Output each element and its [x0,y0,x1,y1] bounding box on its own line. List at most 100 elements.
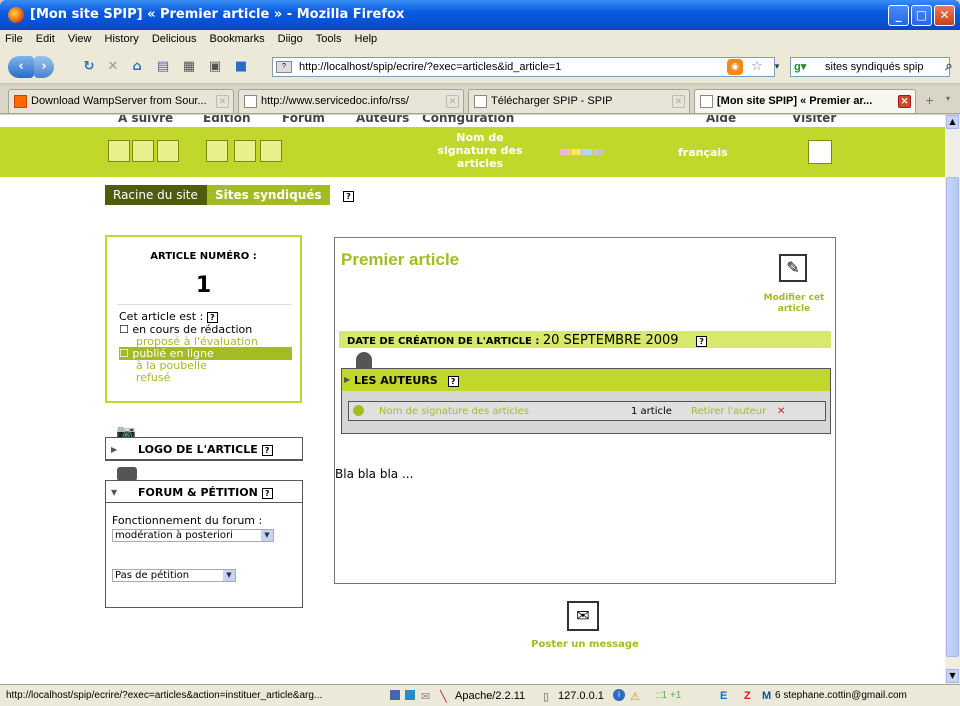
color-swatch[interactable] [571,149,581,155]
menu-edition[interactable]: Edition [203,115,251,125]
help-icon[interactable]: ? [696,335,708,347]
color-swatch[interactable] [593,149,603,155]
menu-view[interactable]: View [63,30,97,45]
tab-mon-site-spip[interactable]: [Mon site SPIP] « Premier ar... ✕ [694,89,916,113]
window-title: [Mon site SPIP] « Premier article » - Mo… [30,7,405,22]
help-icon[interactable]: ? [343,191,354,202]
scroll-down-icon[interactable]: ▼ [946,669,959,683]
mail-icon[interactable] [234,140,256,162]
eye-icon[interactable] [260,140,282,162]
minimize-button[interactable]: _ [888,5,909,26]
close-tab-icon[interactable]: ✕ [446,95,459,108]
search-engine-icon[interactable] [157,140,179,162]
article-body-text: Bla bla bla ... [335,467,414,481]
menu-delicious[interactable]: Delicious [147,30,202,45]
help-icon[interactable]: ? [447,375,459,387]
menu-visiter[interactable]: Visiter [792,115,836,125]
color-swatch[interactable] [582,149,592,155]
forum-mode-select[interactable]: modération à posteriori ▼ [112,529,274,542]
tab-telecharger-spip[interactable]: Télécharger SPIP - SPIP ✕ [468,89,690,113]
snowflake-icon[interactable] [405,690,415,700]
cursor-icon[interactable] [132,140,154,162]
menu-aide[interactable]: Aide [706,115,736,125]
full-screen-icon[interactable] [808,140,832,164]
new-tab-icon[interactable]: + [925,94,934,107]
menu-auteurs[interactable]: Auteurs [356,115,409,125]
petition-select[interactable]: Pas de pétition ▼ [112,569,236,582]
google-search-engine-icon[interactable]: g▾ [794,60,806,73]
collapse-triangle-icon[interactable]: ▼ [111,488,117,497]
remove-author-link[interactable]: Retirer l'auteur [691,406,766,417]
status-option-refused[interactable]: refusé [136,371,170,384]
menu-diigo[interactable]: Diigo [273,30,308,45]
scroll-thumb[interactable] [946,177,959,657]
tab-list-icon[interactable]: ▾ [946,94,950,103]
breadcrumb-root[interactable]: Racine du site [105,185,207,205]
home-icon[interactable]: ⌂ [126,56,148,78]
tab-wampserver[interactable]: Download WampServer from Sour... ✕ [8,89,234,113]
edit-article-link[interactable]: Modifier cet article [755,293,833,315]
menu-bookmarks[interactable]: Bookmarks [205,30,270,45]
menu-help[interactable]: Help [350,30,383,45]
gmail-icon[interactable]: M [762,690,771,702]
tab-servicedoc[interactable]: http://www.servicedoc.info/rss/ ✕ [238,89,464,113]
remove-x-icon[interactable]: ✕ [777,406,785,417]
envelope-icon[interactable]: ✉ [421,690,430,703]
close-tab-icon[interactable]: ✕ [672,95,685,108]
reload-icon[interactable]: ↻ [78,56,100,78]
breadcrumb-syndicated-sites[interactable]: Sites syndiqués [207,185,330,205]
bookmark-star-icon[interactable]: ☆ [746,56,768,78]
authors-header[interactable]: ▶ LES AUTEURS ? [342,369,830,391]
article-logo-box[interactable]: ▶ LOGO DE L'ARTICLE ? [105,437,303,461]
help-icon[interactable]: ? [261,487,273,499]
maximize-button[interactable]: □ [911,5,932,26]
stop-icon[interactable]: ✕ [102,56,124,78]
site-sync-icon[interactable] [108,140,130,162]
url-bar[interactable]: ? http://localhost/spip/ecrire/?exec=art… [272,57,775,77]
menu-tools[interactable]: Tools [311,30,347,45]
help-icon[interactable]: ? [206,311,218,323]
gmail-notifier[interactable]: 6 stephane.cottin@gmail.com [775,690,907,701]
help-icon[interactable]: ? [261,444,273,456]
close-tab-icon[interactable]: ✕ [898,95,911,108]
search-input[interactable]: g▾ sites syndiqués spip [790,57,950,77]
article-logo-header[interactable]: ▶ LOGO DE L'ARTICLE ? [106,438,302,460]
bookmarks-sidebar-icon[interactable]: ▤ [152,56,174,78]
print-icon[interactable]: ▦ [178,56,200,78]
rss-feed-icon[interactable]: ◉ [727,59,743,75]
forum-petition-header[interactable]: ▼ FORUM & PÉTITION ? [106,481,302,503]
author-name[interactable]: Nom de signature des articles [379,406,529,417]
zotero-icon[interactable]: Z [744,690,751,702]
warning-icon[interactable]: ⚠ [630,690,640,703]
post-message-link[interactable]: Poster un message [520,639,650,650]
search-magnifier-icon[interactable]: ⌕ [940,56,958,78]
expand-triangle-icon[interactable]: ▶ [111,445,117,454]
menu-configuration[interactable]: Configuration [422,115,514,125]
expand-triangle-icon[interactable]: ▶ [344,375,350,384]
vertical-scrollbar[interactable]: ▲ ▼ [945,115,960,684]
printer-icon[interactable]: ▣ [204,56,226,78]
close-window-button[interactable]: ✕ [934,5,955,26]
e-icon[interactable]: E [720,690,727,702]
post-message-icon[interactable]: ✉ [567,601,599,631]
menu-edit[interactable]: Edit [31,30,60,45]
menu-history[interactable]: History [100,30,144,45]
network-icon[interactable] [390,690,400,700]
feather-icon[interactable]: ╲ [440,690,447,703]
menu-file[interactable]: File [0,30,28,45]
status-url: http://localhost/spip/ecrire/?exec=artic… [6,690,323,701]
color-swatch[interactable] [560,149,570,155]
close-tab-icon[interactable]: ✕ [216,95,229,108]
forward-button[interactable]: › [34,56,54,78]
scroll-up-icon[interactable]: ▲ [946,115,959,129]
language-selector[interactable]: français [678,146,728,159]
edit-article-icon[interactable]: ✎ [779,254,807,282]
document-icon[interactable] [206,140,228,162]
url-dropdown-icon[interactable]: ▾ [766,56,788,78]
save-icon[interactable]: ■ [230,56,252,78]
info-icon[interactable]: i [613,689,625,701]
menu-a-suivre[interactable]: A suivre [118,115,173,125]
signature-title[interactable]: Nom de signature des articles [430,131,530,170]
back-button[interactable]: ‹ [8,56,34,78]
menu-forum[interactable]: Forum [282,115,325,125]
